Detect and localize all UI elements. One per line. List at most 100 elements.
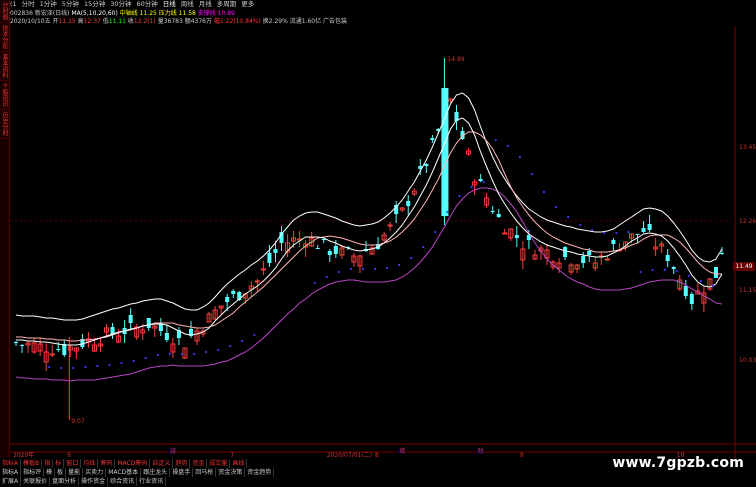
mid-line (16, 117, 723, 346)
candle (671, 266, 676, 274)
bottom-tab-row2-10[interactable]: 资金决策 (216, 468, 246, 477)
period-tab-6[interactable]: 60分钟 (137, 0, 158, 8)
price-axis-label: 10.03 (739, 357, 756, 364)
trend-dot (108, 363, 111, 367)
candle (496, 209, 501, 218)
change-value: 幅1.22(10.84%) (213, 18, 261, 25)
bottom-tab-row1-10[interactable]: 资金 (190, 459, 208, 468)
bottom-tab-row2-7[interactable]: 跟庄龙头 (141, 468, 171, 477)
candle (484, 193, 490, 208)
bottom-tab-row2-4[interactable]: 量能 (66, 468, 84, 477)
period-tab-7[interactable]: 日线 (163, 0, 176, 8)
bottom-tab-row2-3[interactable]: 板 (55, 468, 67, 477)
trend-dot (518, 155, 521, 159)
trend-dot (217, 348, 220, 352)
side-tab-4[interactable]: 历史分时 (0, 110, 8, 139)
bottom-tab-row1-3[interactable]: 标 (53, 459, 65, 468)
bottom-tab-row3-3[interactable]: 操作资金 (79, 477, 109, 486)
period-tab-1[interactable]: 分时 (22, 0, 35, 8)
candle (508, 228, 514, 241)
watermark: www.7gpzb.com (612, 455, 744, 471)
bottom-tab-row1-0[interactable]: 指标A (0, 459, 22, 468)
trend-dot (72, 366, 75, 370)
side-tab-3[interactable]: 个股资讯 (0, 81, 8, 110)
trend-dot (494, 138, 497, 142)
candle (653, 238, 659, 256)
bottom-tab-row3-2[interactable]: 盘面分析 (50, 477, 80, 486)
bottom-tab-row1-8[interactable]: 自定义 (150, 459, 174, 468)
bottom-tab-row2-5[interactable]: 买卖力 (83, 468, 107, 477)
trend-dot (192, 352, 196, 356)
bottom-tab-row3-5[interactable]: 行业资讯 (137, 477, 167, 486)
trend-dot (168, 352, 171, 356)
bottom-tab-row3-1[interactable]: 关联报价 (21, 477, 51, 486)
period-tab-2[interactable]: 1分钟 (40, 0, 57, 8)
bottom-tab-row1-1[interactable]: 模板B (21, 459, 43, 468)
kline-chart[interactable]: 13.4512.2611.1510.0314.899.07减增财2020年 202… (10, 26, 756, 458)
period-tab-0[interactable]: (1 (10, 0, 17, 8)
candle (91, 340, 97, 352)
bottom-tab-row1-9[interactable]: 趋势 (173, 459, 191, 468)
candle (502, 229, 508, 235)
trend-dot (386, 266, 389, 270)
bottom-tab-row2-2[interactable]: 模 (44, 468, 56, 477)
candle (514, 226, 519, 247)
bottom-tab-row1-11[interactable]: 成交量 (207, 459, 231, 468)
period-tab-8[interactable]: 周线 (181, 0, 194, 8)
period-tab-3[interactable]: 5分钟 (62, 0, 79, 8)
trend-dot (687, 274, 690, 278)
date-label: 2020年 (13, 451, 34, 458)
candle (152, 325, 158, 337)
candle (532, 250, 538, 260)
trend-dot (84, 365, 87, 369)
period-tab-10[interactable]: 多周期 (217, 0, 237, 8)
bottom-tab-row1-6[interactable]: 筹码 (98, 459, 116, 468)
candle (707, 278, 713, 291)
signal-label: 增 (399, 447, 405, 455)
period-tab-9[interactable]: 月线 (199, 0, 212, 8)
trend-dot (132, 359, 135, 363)
trend-dot (253, 333, 256, 337)
bottom-tab-row1-7[interactable]: MACD筹码 (115, 459, 151, 468)
low-price-label: 9.07 (71, 418, 85, 425)
trend-dot (96, 364, 99, 368)
side-tab-1[interactable]: 技术分析 (0, 23, 8, 52)
candle (647, 215, 652, 232)
candle (701, 286, 707, 312)
bottom-tab-row2-11[interactable]: 资金趋势 (245, 468, 275, 477)
candle (303, 240, 309, 257)
period-tab-11[interactable]: 更多 (241, 0, 254, 8)
bottom-tab-row1-2[interactable]: 指 (42, 459, 54, 468)
trend-dot (325, 275, 328, 279)
trend-dot (530, 172, 534, 176)
side-tab-0[interactable]: 分时图 (0, 0, 8, 23)
support-indicator: 支撑线 10.89 (197, 10, 235, 17)
candle (394, 201, 399, 223)
bottom-tab-row3-0[interactable]: 扩展A (0, 477, 22, 486)
bottom-tab-row1-12[interactable]: 画线 (230, 459, 248, 468)
bottom-tab-row2-1[interactable]: 指标评 (21, 468, 45, 477)
candle (641, 221, 646, 233)
bottom-tab-row2-8[interactable]: 操盘手 (170, 468, 194, 477)
low-value: 11.11 (108, 18, 126, 25)
bottom-tab-row2-0[interactable]: 指标A (0, 468, 22, 477)
candle (659, 241, 665, 253)
trend-dot (349, 267, 352, 271)
bottom-tab-row3-4[interactable]: 综合资讯 (108, 477, 138, 486)
period-tab-4[interactable]: 15分钟 (84, 0, 105, 8)
side-tab-2[interactable]: 基本资料 (0, 52, 8, 81)
ma-setting: MA(5,10,20,60) (71, 10, 118, 17)
bottom-tab-row1-5[interactable]: 均线 (81, 459, 99, 468)
bottom-tab-row1-4[interactable]: 窗口 (64, 459, 82, 468)
candle (683, 280, 688, 299)
bottom-tab-row2-9[interactable]: 回马枪 (193, 468, 217, 477)
candle (20, 344, 25, 353)
candle (116, 329, 122, 343)
bottom-tab-row-3: 扩展A 关联报价 盘面分析 操作资金 综合资讯 行业资讯 (0, 477, 600, 486)
candle (665, 249, 670, 267)
candle (31, 338, 37, 354)
candle (49, 345, 55, 357)
open-value: 11.15 (58, 18, 76, 25)
bottom-tab-row2-6[interactable]: MACD基本 (106, 468, 142, 477)
period-tab-5[interactable]: 30分钟 (110, 0, 131, 8)
